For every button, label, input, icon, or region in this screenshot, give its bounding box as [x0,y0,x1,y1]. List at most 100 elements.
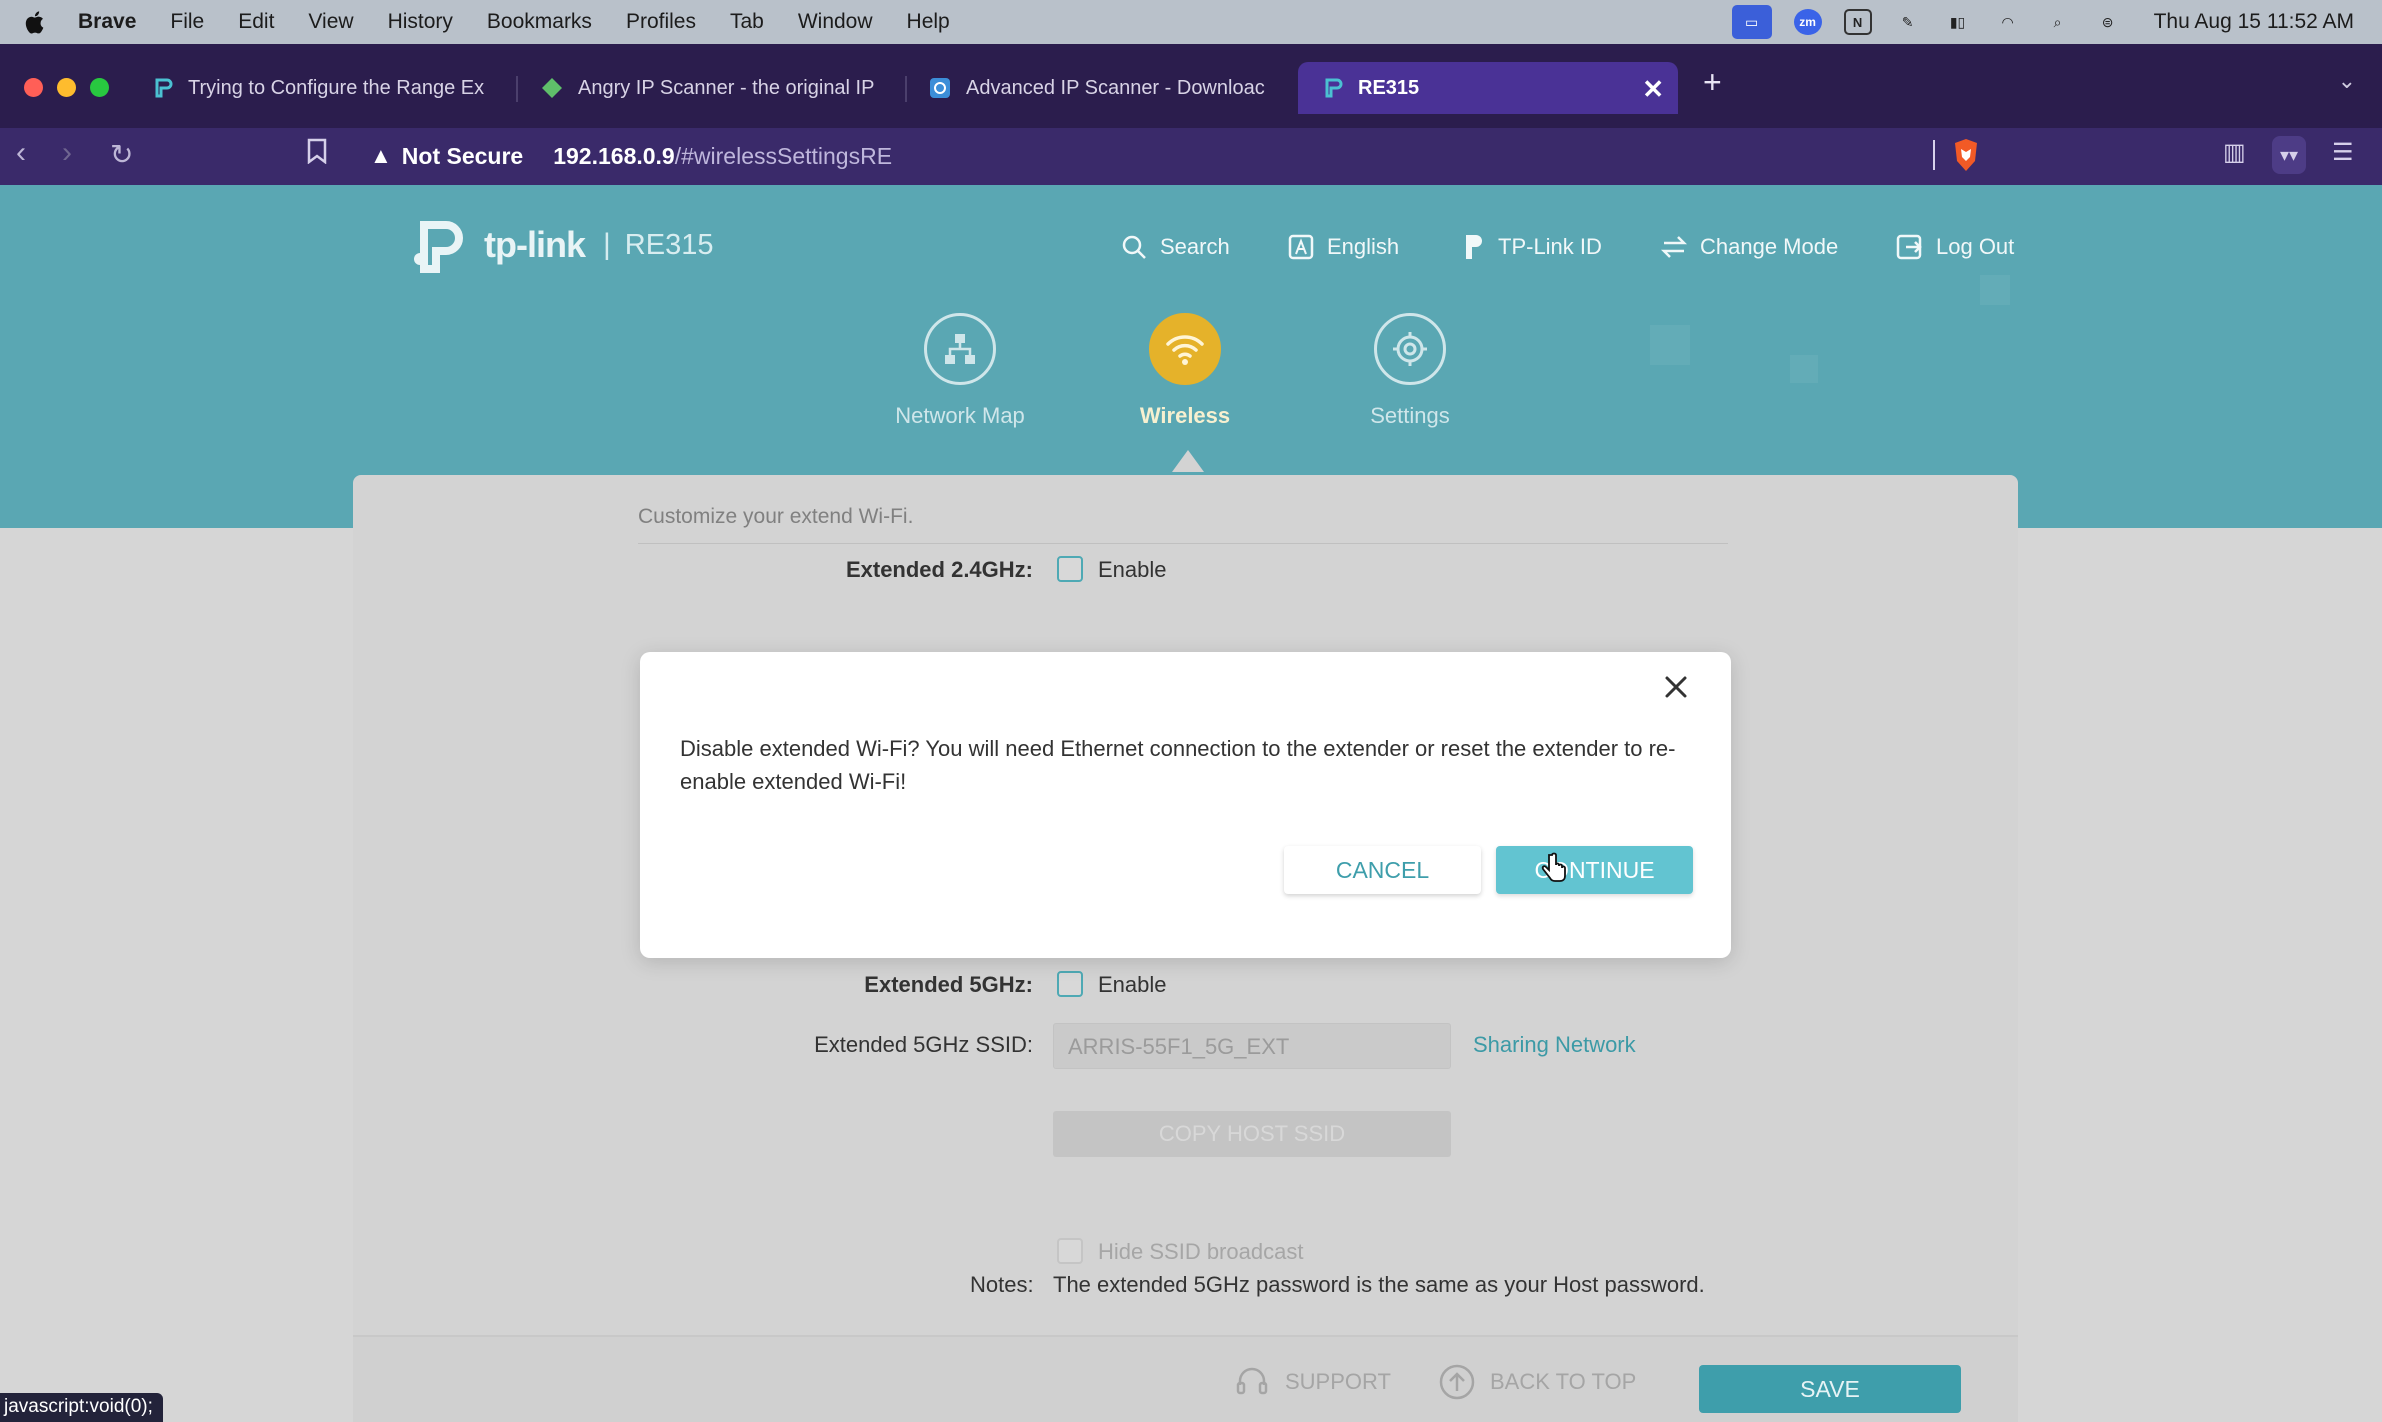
extended-5ghz-ssid-input[interactable]: ARRIS-55F1_5G_EXT [1053,1023,1451,1069]
menu-profiles[interactable]: Profiles [626,10,696,34]
extended-24ghz-checkbox[interactable] [1057,556,1083,582]
feather-icon[interactable]: ✎ [1894,9,1922,35]
continue-button[interactable]: CONTINUE [1496,846,1693,894]
tab-title: Trying to Configure the Range Ex [188,76,485,99]
tab-angry-ip-scanner[interactable]: Angry IP Scanner - the original IP [540,62,885,114]
browser-tab-bar: Trying to Configure the Range Ex Angry I… [0,44,2382,128]
cancel-button[interactable]: CANCEL [1284,846,1481,894]
headset-icon [1233,1363,1271,1401]
window-zoom-button[interactable] [90,78,109,97]
sidebar-toggle-icon[interactable]: ▥ [2223,138,2246,167]
reload-icon[interactable]: ↻ [110,138,133,171]
arrow-up-icon [1438,1363,1476,1401]
language-link[interactable]: English [1287,233,1399,261]
menu-file[interactable]: File [170,10,204,34]
search-label: Search [1160,234,1230,259]
page-footer: SUPPORT BACK TO TOP SAVE [353,1335,2018,1422]
nav-network-map-label: Network Map [895,403,1025,428]
disable-wifi-dialog: Disable extended Wi-Fi? You will need Et… [640,652,1731,958]
network-map-icon [924,313,996,385]
extended-5ghz-label: Extended 5GHz: [864,972,1033,997]
tab-range-extender[interactable]: Trying to Configure the Range Ex [150,62,495,114]
control-center-icon[interactable]: ⊜ [2094,9,2122,35]
header-decoration [1650,325,1690,365]
tplink-id-icon [1458,233,1486,261]
window-minimize-button[interactable] [57,78,76,97]
tab-title: RE315 [1358,76,1420,99]
menubar-clock[interactable]: Thu Aug 15 11:52 AM [2154,10,2354,34]
save-button[interactable]: SAVE [1699,1365,1961,1413]
nav-wireless-label: Wireless [1139,403,1231,428]
chevron-down-icon[interactable]: ⌄ [2338,68,2356,94]
battery-icon[interactable]: ▮▯ [1944,9,1972,35]
menu-app-brave[interactable]: Brave [78,10,136,34]
tplink-favicon-icon [150,76,174,100]
advanced-ip-favicon-icon [928,76,952,100]
nav-settings[interactable]: Settings [1310,313,1510,429]
wifi-icon [1149,313,1221,385]
logout-icon [1896,233,1924,261]
nav-network-map[interactable]: Network Map [860,313,1060,429]
close-icon[interactable] [1661,672,1691,702]
url-host: 192.168.0.9 [553,142,675,169]
menu-view[interactable]: View [308,10,353,34]
pointer-hand-icon [1541,852,1566,882]
tab-re315[interactable]: RE315 ✕ [1298,62,1678,114]
section-subtitle: Customize your extend Wi-Fi. [638,505,914,528]
nav-wireless[interactable]: Wireless [1085,313,1285,429]
change-mode-link[interactable]: Change Mode [1660,233,1838,261]
brand-name: tp-link [484,224,586,265]
logout-link[interactable]: Log Out [1896,233,2014,261]
active-tab-pointer [1172,450,1204,472]
warning-icon: ▲ [370,143,392,168]
spotlight-search-icon[interactable]: ⌕ [2044,9,2072,35]
sharing-network-link[interactable]: Sharing Network [1473,1032,1636,1058]
tplink-id-link[interactable]: TP-Link ID [1458,233,1602,261]
new-tab-icon[interactable]: + [1703,64,1722,101]
screen-record-icon[interactable]: ▭ [1731,5,1772,39]
forward-icon[interactable]: › [62,136,72,170]
copy-host-ssid-button[interactable]: COPY HOST SSID [1053,1111,1451,1157]
address-field[interactable]: ▲ Not Secure 192.168.0.9 /#wirelessSetti… [356,132,2016,180]
close-tab-icon[interactable]: ✕ [1642,74,1664,105]
search-link[interactable]: Search [1120,233,1230,261]
logout-label: Log Out [1936,234,2015,259]
extended-5ghz-checkbox[interactable] [1057,971,1083,997]
url-divider [1933,140,1935,170]
extended-5ghz-enable-label: Enable [1098,972,1167,997]
extension-icon[interactable]: ▾▾ [2272,136,2307,174]
zoom-icon[interactable]: zm [1793,9,1822,35]
brave-shield-icon[interactable] [1952,138,1980,172]
menu-window[interactable]: Window [798,10,873,34]
language-label: English [1327,234,1400,259]
menu-help[interactable]: Help [907,10,950,34]
model-name: RE315 [624,228,714,261]
menu-bookmarks[interactable]: Bookmarks [487,10,592,34]
notion-icon[interactable]: N [1843,9,1872,35]
apple-icon[interactable] [24,9,48,35]
bookmark-icon[interactable] [306,138,328,171]
hide-ssid-checkbox[interactable] [1057,1238,1083,1264]
menu-edit[interactable]: Edit [238,10,274,34]
tplink-logo: tp-link | RE315 [410,215,713,275]
tplink-id-label: TP-Link ID [1498,234,1602,259]
dialog-message: Disable extended Wi-Fi? You will need Et… [680,736,1676,794]
menu-history[interactable]: History [388,10,453,34]
logo-divider: | [602,228,611,261]
back-icon[interactable]: ‹ [16,136,26,170]
menu-icon[interactable]: ☰ [2332,138,2354,167]
language-icon [1287,233,1315,261]
back-to-top-link[interactable]: BACK TO TOP [1438,1363,1636,1401]
macos-menubar: Brave File Edit View History Bookmarks P… [0,0,2382,44]
url-path: /#wirelessSettingsRE [674,142,893,169]
link-status-bar: javascript:void(0); [0,1393,163,1422]
window-close-button[interactable] [24,78,43,97]
wifi-icon[interactable]: ◠ [1994,9,2022,35]
extended-24ghz-label: Extended 2.4GHz: [845,557,1033,582]
menu-tab[interactable]: Tab [730,10,764,34]
support-link[interactable]: SUPPORT [1233,1363,1391,1401]
extended-5ghz-ssid-label: Extended 5GHz SSID: [814,1032,1033,1057]
tab-separator [516,76,518,102]
tab-advanced-ip-scanner[interactable]: Advanced IP Scanner - Downloac [928,62,1273,114]
hide-ssid-label: Hide SSID broadcast [1098,1239,1304,1264]
